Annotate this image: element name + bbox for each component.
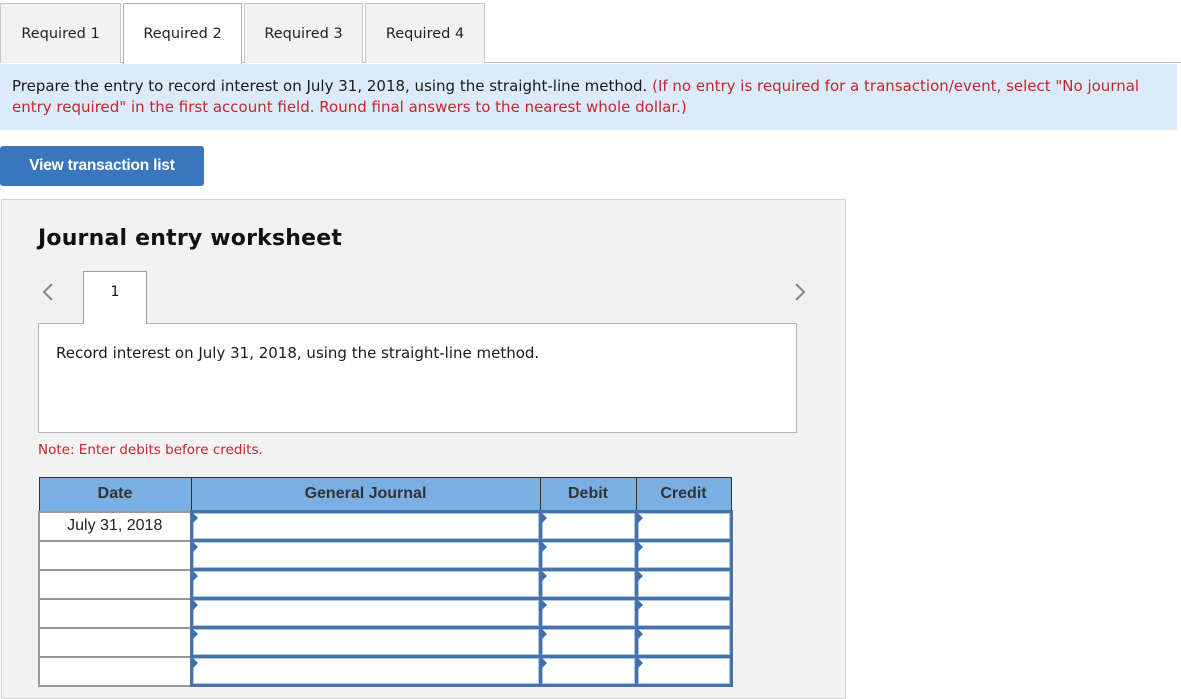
account-cell bbox=[189, 539, 542, 571]
debit-input[interactable] bbox=[541, 542, 635, 568]
credit-input[interactable] bbox=[637, 571, 730, 597]
credit-cell bbox=[634, 539, 733, 571]
instruction-banner: Prepare the entry to record interest on … bbox=[0, 64, 1177, 130]
date-cell bbox=[38, 597, 192, 629]
view-transaction-list-button[interactable]: View transaction list bbox=[0, 146, 204, 186]
debit-cell bbox=[538, 568, 638, 600]
instruction-text: Prepare the entry to record interest on … bbox=[12, 77, 648, 95]
debit-input[interactable] bbox=[541, 629, 635, 655]
account-input[interactable] bbox=[192, 542, 539, 568]
account-input[interactable] bbox=[192, 658, 539, 684]
table-row: July 31, 2018 bbox=[38, 510, 733, 542]
worksheet-title: Journal entry worksheet bbox=[38, 226, 343, 251]
credit-input[interactable] bbox=[637, 600, 730, 626]
tab-required-2[interactable]: Required 2 bbox=[123, 3, 242, 64]
journal-table: Date General Journal Debit Credit July 3… bbox=[38, 477, 733, 687]
credit-input[interactable] bbox=[637, 513, 730, 539]
account-input[interactable] bbox=[192, 629, 539, 655]
account-input[interactable] bbox=[192, 600, 539, 626]
credit-cell bbox=[634, 626, 733, 658]
date-cell: July 31, 2018 bbox=[38, 510, 192, 542]
debit-input[interactable] bbox=[541, 513, 635, 539]
journal-entry-worksheet: Journal entry worksheet 1 Record interes… bbox=[1, 199, 846, 699]
date-cell bbox=[38, 539, 192, 571]
table-row bbox=[38, 568, 733, 600]
account-cell bbox=[189, 568, 542, 600]
chevron-right-icon[interactable] bbox=[790, 280, 810, 304]
header-credit: Credit bbox=[635, 477, 732, 512]
debit-cell bbox=[538, 597, 638, 629]
date-cell bbox=[38, 655, 192, 687]
credit-cell bbox=[634, 655, 733, 687]
debit-cell bbox=[538, 510, 638, 542]
account-input[interactable] bbox=[192, 513, 539, 539]
debit-input[interactable] bbox=[541, 658, 635, 684]
debit-cell bbox=[538, 626, 638, 658]
table-row bbox=[38, 539, 733, 571]
tab-required-3[interactable]: Required 3 bbox=[244, 3, 363, 63]
entry-tab-1[interactable]: 1 bbox=[83, 271, 147, 324]
debits-note: Note: Enter debits before credits. bbox=[38, 442, 263, 458]
date-cell bbox=[38, 568, 192, 600]
credit-input[interactable] bbox=[637, 542, 730, 568]
table-row bbox=[38, 597, 733, 629]
table-row bbox=[38, 626, 733, 658]
entry-description: Record interest on July 31, 2018, using … bbox=[38, 323, 797, 433]
date-cell bbox=[38, 626, 192, 658]
credit-input[interactable] bbox=[637, 629, 730, 655]
debit-cell bbox=[538, 655, 638, 687]
debit-input[interactable] bbox=[541, 600, 635, 626]
tab-required-1[interactable]: Required 1 bbox=[0, 3, 121, 63]
tab-required-4[interactable]: Required 4 bbox=[365, 3, 485, 63]
table-row bbox=[38, 655, 733, 687]
header-date: Date bbox=[38, 477, 192, 512]
account-input[interactable] bbox=[192, 571, 539, 597]
chevron-left-icon[interactable] bbox=[38, 280, 58, 304]
account-cell bbox=[189, 597, 542, 629]
debit-input[interactable] bbox=[541, 571, 635, 597]
header-general-journal: General Journal bbox=[190, 477, 541, 512]
account-cell bbox=[189, 510, 542, 542]
credit-cell bbox=[634, 568, 733, 600]
debit-cell bbox=[538, 539, 638, 571]
header-debit: Debit bbox=[539, 477, 637, 512]
requirement-tabs: Required 1 Required 2 Required 3 Require… bbox=[0, 0, 1181, 64]
credit-input[interactable] bbox=[637, 658, 730, 684]
account-cell bbox=[189, 626, 542, 658]
entry-description-text: Record interest on July 31, 2018, using … bbox=[56, 344, 540, 362]
credit-cell bbox=[634, 597, 733, 629]
credit-cell bbox=[634, 510, 733, 542]
account-cell bbox=[189, 655, 542, 687]
